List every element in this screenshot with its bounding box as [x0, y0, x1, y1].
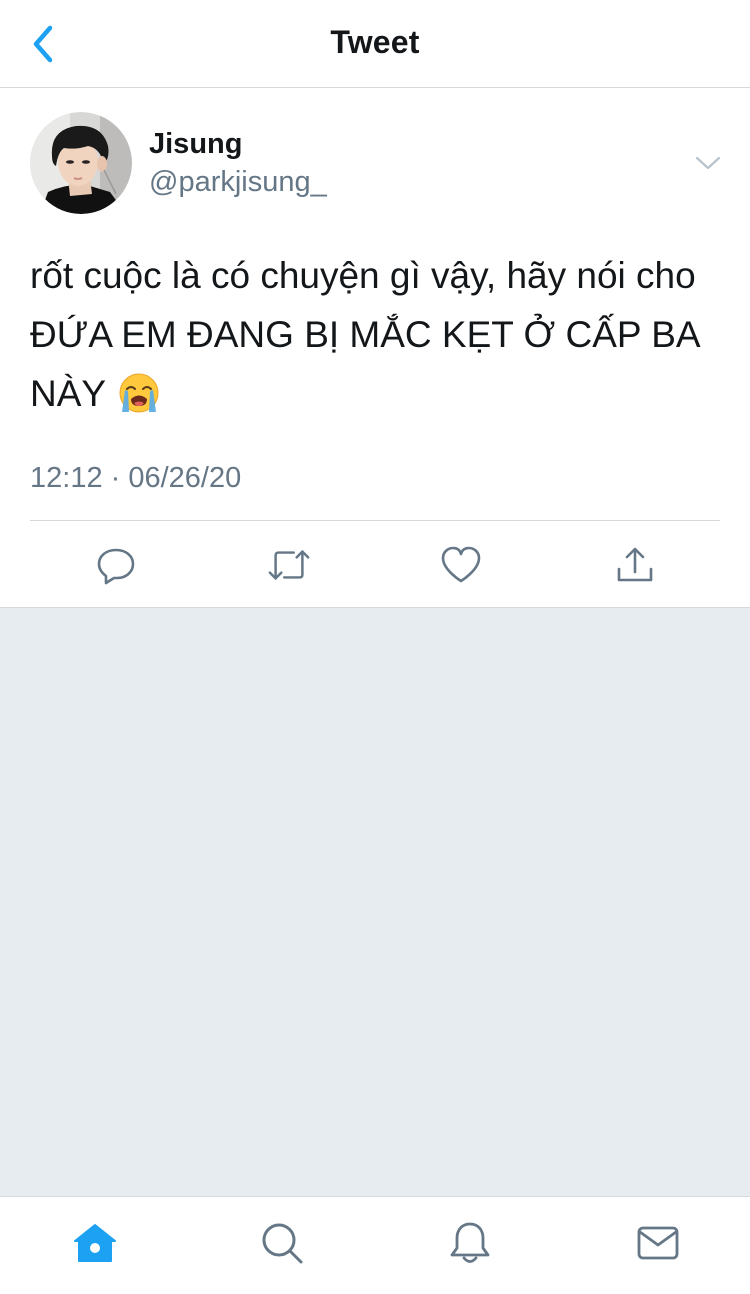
retweet-icon	[268, 550, 310, 580]
bottom-tab-bar	[0, 1196, 750, 1294]
retweet-button[interactable]	[267, 543, 311, 587]
avatar-image	[30, 112, 132, 214]
top-nav-bar: Tweet	[0, 0, 750, 88]
avatar[interactable]	[30, 112, 132, 214]
tweet-detail: Jisung @parkjisung_ rốt cuộc là có chuyệ…	[0, 88, 750, 608]
reply-icon	[97, 548, 135, 585]
loudly-crying-face-icon	[118, 372, 160, 431]
reply-button[interactable]	[94, 543, 138, 587]
display-name[interactable]: Jisung	[149, 128, 242, 161]
page-title: Tweet	[330, 24, 420, 60]
bell-icon	[450, 1222, 490, 1263]
search-icon	[262, 1223, 303, 1264]
more-options-button[interactable]	[690, 148, 726, 178]
tweet-timestamp: 12:12 · 06/26/20	[30, 462, 242, 494]
tweet-text: rốt cuộc là có chuyện gì vậy, hãy nói ch…	[30, 246, 710, 431]
username-handle[interactable]: @parkjisung_	[149, 166, 327, 199]
home-icon	[74, 1224, 116, 1262]
empty-replies-area	[0, 608, 750, 1196]
chevron-down-icon	[695, 156, 721, 170]
tweet-actions	[0, 521, 750, 607]
tab-search[interactable]	[258, 1219, 306, 1267]
like-button[interactable]	[439, 543, 483, 587]
tab-home[interactable]	[71, 1219, 119, 1267]
tab-notifications[interactable]	[446, 1219, 494, 1267]
share-icon	[617, 547, 653, 582]
tab-messages[interactable]	[634, 1219, 682, 1267]
share-button[interactable]	[613, 543, 657, 587]
heart-icon	[441, 546, 481, 583]
mail-icon	[637, 1226, 679, 1260]
